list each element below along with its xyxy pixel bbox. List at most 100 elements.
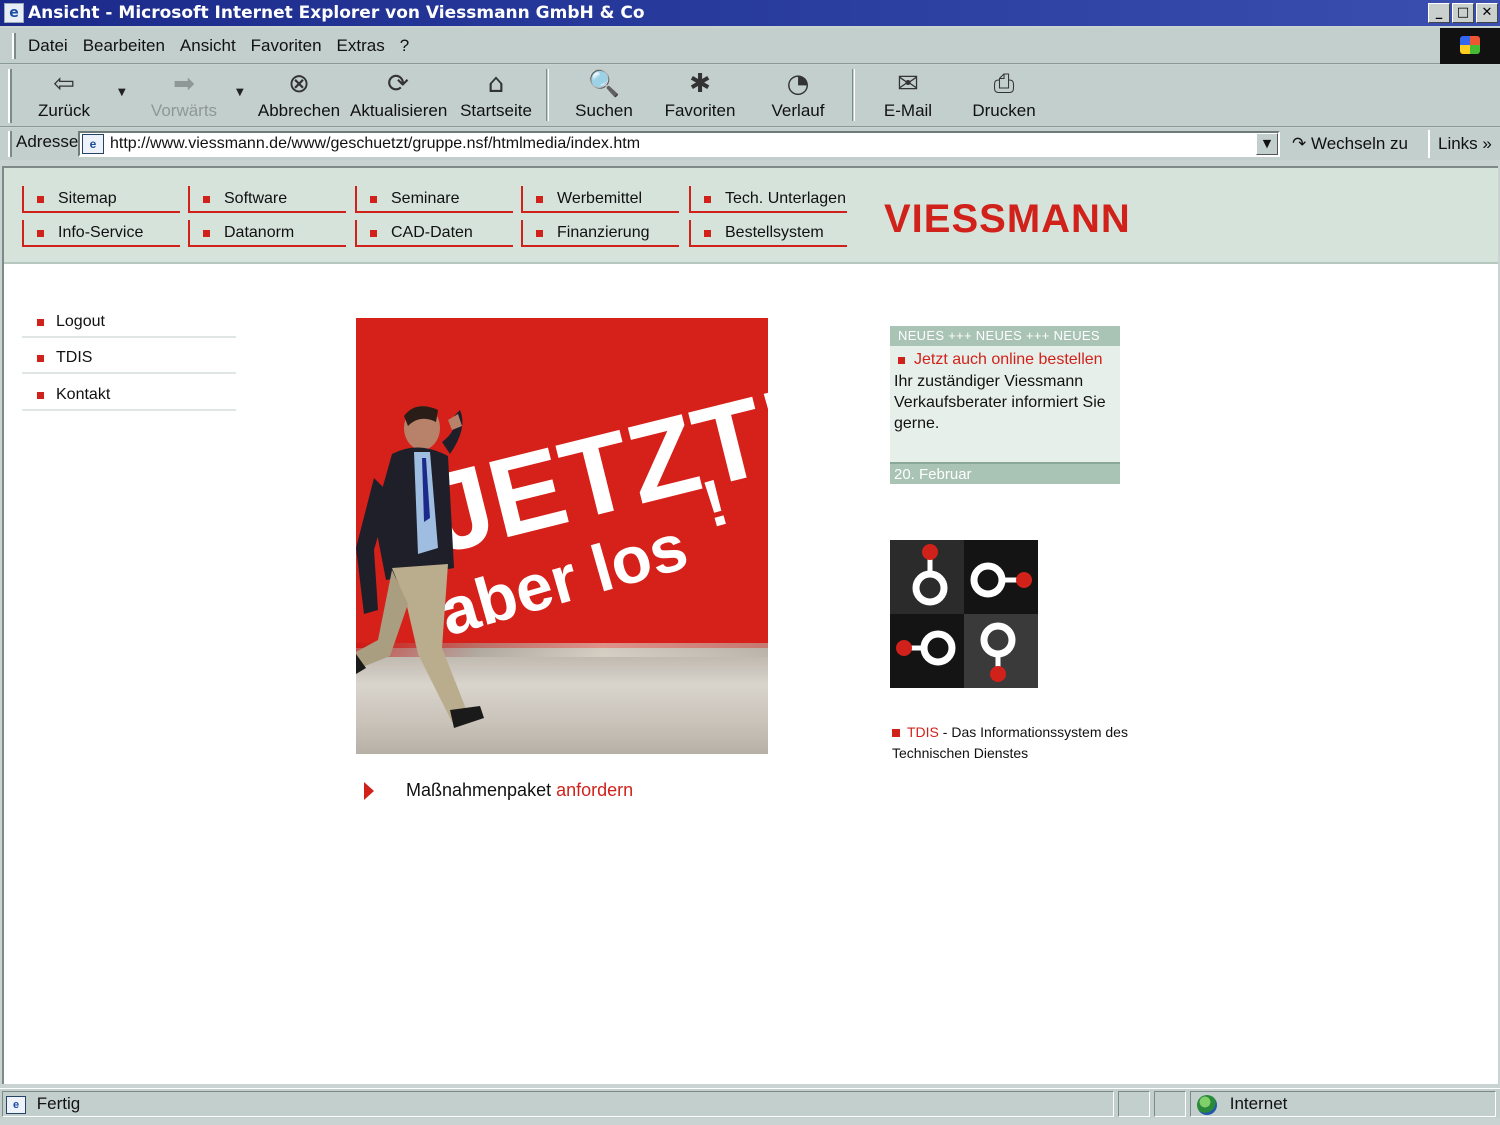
menu-bar: Datei Bearbeiten Ansicht Favoriten Extra… (0, 28, 1500, 64)
cta-text: Maßnahmenpaket (406, 780, 552, 800)
side-logout[interactable]: Logout (22, 308, 236, 338)
mail-button[interactable]: ✉ E-Mail (870, 65, 946, 125)
forward-arrow-icon: ➡ (173, 69, 195, 99)
cta-row: Maßnahmenpaket anfordern (364, 780, 633, 801)
zone-cell[interactable]: Internet (1190, 1091, 1496, 1117)
windows-logo-throbber (1440, 28, 1500, 64)
title-bar: e Ansicht - Microsoft Internet Explorer … (0, 0, 1500, 26)
nav-info-service[interactable]: Info-Service (22, 220, 180, 247)
nav-finanzierung[interactable]: Finanzierung (521, 220, 679, 247)
page-loaded-icon: e (6, 1095, 26, 1114)
address-input[interactable]: e http://www.viessmann.de/www/geschuetzt… (78, 131, 1280, 157)
search-label: Suchen (575, 101, 633, 120)
nav-datanorm[interactable]: Datanorm (188, 220, 346, 247)
stop-icon: ⊗ (288, 69, 310, 99)
page-content: Sitemap Software Seminare Werbemittel Te… (2, 166, 1498, 1084)
home-icon: ⌂ (487, 69, 505, 99)
status-text: Fertig (36, 1094, 81, 1113)
viessmann-logo[interactable]: VIESSMANN (884, 190, 1140, 248)
home-label: Startseite (460, 101, 532, 120)
cta-link[interactable]: anfordern (556, 780, 633, 801)
favorites-button[interactable]: ✱ Favoriten (662, 65, 738, 125)
mail-label: E-Mail (883, 101, 933, 120)
refresh-button[interactable]: ⟳ Aktualisieren (350, 65, 448, 125)
print-label: Drucken (972, 101, 1036, 120)
address-label: Adresse (16, 132, 79, 151)
home-button[interactable]: ⌂ Startseite (458, 65, 534, 125)
history-label: Verlauf (771, 101, 825, 120)
menu-datei[interactable]: Datei (28, 36, 68, 56)
tdis-caption: TDIS - Das Informationssystem des Techni… (892, 722, 1132, 764)
status-cell-progress (1118, 1091, 1150, 1117)
toolbar-separator (546, 69, 549, 121)
refresh-icon: ⟳ (387, 69, 409, 99)
close-button[interactable]: ✕ (1476, 3, 1498, 23)
window-title: Ansicht - Microsoft Internet Explorer vo… (28, 3, 645, 23)
back-arrow-icon: ⇦ (53, 69, 75, 99)
status-text-cell: e Fertig (2, 1091, 1114, 1117)
toolbar-grip[interactable] (8, 69, 12, 123)
address-url[interactable]: http://www.viessmann.de/www/geschuetzt/g… (110, 135, 1256, 153)
side-kontakt[interactable]: Kontakt (22, 381, 236, 411)
history-button[interactable]: ◔ Verlauf (760, 65, 836, 125)
nav-seminare[interactable]: Seminare (355, 186, 513, 213)
cta-arrow-icon (364, 781, 374, 800)
menu-bearbeiten[interactable]: Bearbeiten (83, 36, 165, 56)
address-dropdown-icon[interactable]: ▼ (1256, 133, 1278, 155)
back-label: Zurück (38, 101, 90, 120)
go-arrow-icon: ↷ (1292, 134, 1307, 153)
address-bar: Adresse e http://www.viessmann.de/www/ge… (0, 128, 1500, 160)
search-button[interactable]: 🔍 Suchen (566, 65, 642, 125)
back-dropdown-icon[interactable]: ▼ (118, 87, 126, 98)
search-globe-icon: 🔍 (587, 69, 621, 99)
toolbar-separator (852, 69, 855, 121)
menu-favoriten[interactable]: Favoriten (251, 36, 322, 56)
stop-label: Abbrechen (257, 101, 341, 120)
hero-artwork: JETZT! aber los ! (356, 364, 768, 728)
side-tdis[interactable]: TDIS (22, 344, 236, 374)
tdis-caption-link[interactable]: TDIS (907, 724, 939, 740)
status-cell-security (1154, 1091, 1186, 1117)
nav-tech-unterlagen[interactable]: Tech. Unterlagen (689, 186, 847, 213)
menu-extras[interactable]: Extras (337, 36, 385, 56)
ie-app-icon[interactable]: e (4, 3, 24, 23)
forward-label: Vorwärts (150, 101, 218, 120)
maximize-button[interactable]: □ (1452, 3, 1474, 23)
nav-werbemittel[interactable]: Werbemittel (521, 186, 679, 213)
news-header: NEUES +++ NEUES +++ NEUES (890, 326, 1120, 346)
nav-sitemap[interactable]: Sitemap (22, 186, 180, 213)
bullet-square-icon (892, 729, 900, 737)
minimize-button[interactable]: _ (1428, 3, 1450, 23)
addressbar-grip[interactable] (8, 131, 12, 157)
menu-ansicht[interactable]: Ansicht (180, 36, 236, 56)
go-button[interactable]: ↷ Wechseln zu (1292, 130, 1408, 158)
printer-icon: ⎙ (993, 69, 1015, 99)
print-button[interactable]: ⎙ Drucken (966, 65, 1042, 125)
news-date: 20. Februar (890, 462, 1120, 484)
forward-button[interactable]: ➡ Vorwärts (146, 65, 222, 125)
forward-dropdown-icon[interactable]: ▼ (236, 87, 244, 98)
nav-software[interactable]: Software (188, 186, 346, 213)
internet-globe-icon (1197, 1094, 1217, 1115)
standard-toolbar: ⇦ Zurück ▼ ➡ Vorwärts ▼ ⊗ Abbrechen ⟳ Ak… (0, 65, 1500, 127)
menu-grip[interactable] (12, 32, 16, 59)
mail-icon: ✉ (897, 69, 919, 99)
news-item-link[interactable]: Jetzt auch online bestellen (890, 346, 1120, 369)
page-icon: e (82, 134, 104, 154)
news-box: NEUES +++ NEUES +++ NEUES Jetzt auch onl… (890, 326, 1120, 484)
links-button[interactable]: Links » (1428, 130, 1492, 158)
nav-bestellsystem[interactable]: Bestellsystem (689, 220, 847, 247)
hero-banner-image[interactable]: JETZT! aber los ! (356, 318, 768, 754)
top-navigation: Sitemap Software Seminare Werbemittel Te… (4, 168, 1498, 264)
history-icon: ◔ (786, 69, 810, 99)
nav-cad-daten[interactable]: CAD-Daten (355, 220, 513, 247)
refresh-label: Aktualisieren (350, 101, 448, 120)
stop-button[interactable]: ⊗ Abbrechen (256, 65, 342, 125)
windows-flag-icon (1460, 36, 1480, 54)
back-button[interactable]: ⇦ Zurück (26, 65, 102, 125)
viessmann-logo-text: VIESSMANN (884, 197, 1131, 241)
tdis-logo-image[interactable] (890, 540, 1038, 688)
zone-label: Internet (1229, 1094, 1288, 1113)
favorites-folder-icon: ✱ (689, 69, 711, 99)
menu-help[interactable]: ? (400, 36, 409, 56)
